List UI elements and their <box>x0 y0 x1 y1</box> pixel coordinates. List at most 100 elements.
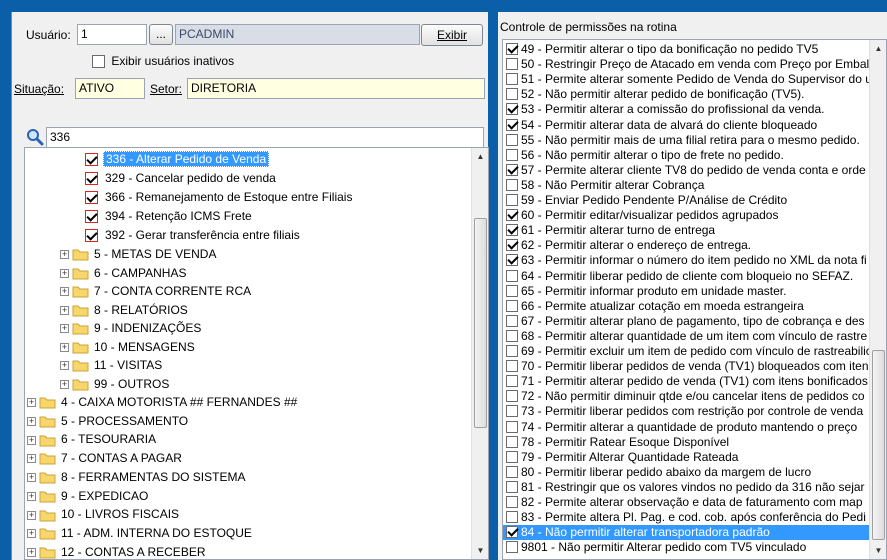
permission-checkbox[interactable] <box>506 541 518 554</box>
sector-field[interactable]: DIRETORIA <box>187 78 485 99</box>
permission-checkbox[interactable] <box>506 269 518 282</box>
permission-item[interactable]: 80 - Permitir liberar pedido abaixo da m… <box>503 465 873 480</box>
permission-item[interactable]: 72 - Não permitir diminuir qtde e/ou can… <box>503 389 873 404</box>
permission-checkbox[interactable] <box>506 345 518 357</box>
permission-item[interactable]: 59 - Enviar Pedido Pendente P/Análise de… <box>503 193 873 208</box>
tree-permission-item[interactable]: 394 - Retenção ICMS Frete <box>85 207 254 225</box>
tree-permission-item[interactable]: 366 - Remanejamento de Estoque entre Fil… <box>85 188 354 206</box>
permission-checkbox[interactable] <box>506 314 518 327</box>
status-field[interactable]: ATIVO <box>75 78 145 99</box>
expand-icon[interactable]: + <box>60 305 69 315</box>
permission-item[interactable]: 67 - Permitir alterar plano de pagamento… <box>503 314 873 329</box>
expand-icon[interactable]: + <box>60 268 69 278</box>
expand-icon[interactable]: + <box>27 491 36 501</box>
scroll-up-icon[interactable]: ▲ <box>472 148 488 165</box>
expand-icon[interactable]: + <box>27 454 36 464</box>
tree-permission-item[interactable]: 392 - Gerar transferência entre filiais <box>85 226 302 244</box>
tree-folder[interactable]: +6 - TESOURARIA <box>27 430 158 448</box>
permissions-scrollbar[interactable]: ▲ ▼ <box>869 40 886 559</box>
permission-checkbox[interactable] <box>506 163 518 176</box>
tree-subfolder[interactable]: +7 - CONTA CORRENTE RCA <box>60 282 253 300</box>
expand-icon[interactable]: + <box>27 435 36 445</box>
expand-icon[interactable]: + <box>27 510 36 520</box>
permission-item[interactable]: 62 - Permitir alterar o endereço de entr… <box>503 238 873 253</box>
expand-icon[interactable]: + <box>27 398 36 408</box>
permission-checkbox[interactable] <box>506 375 518 388</box>
permission-item[interactable]: 78 - Permitir Ratear Esoque Disponível <box>503 435 873 450</box>
permission-checkbox[interactable] <box>506 420 518 433</box>
tree-folder[interactable]: +11 - ADM. INTERNA DO ESTOQUE <box>27 524 254 542</box>
scroll-thumb[interactable] <box>474 218 487 428</box>
search-input[interactable]: 336 <box>46 127 484 148</box>
tree-folder[interactable]: +5 - PROCESSAMENTO <box>27 412 190 430</box>
permission-item[interactable]: 84 - Não permitir alterar transportadora… <box>503 525 873 541</box>
permission-checkbox[interactable] <box>506 194 518 206</box>
tree-folder[interactable]: +4 - CAIXA MOTORISTA ## FERNANDES ## <box>27 393 299 411</box>
permission-item[interactable]: 71 - Permitir alterar pedido de venda (T… <box>503 374 873 389</box>
permission-checkbox[interactable] <box>506 435 518 448</box>
permission-item[interactable]: 81 - Restringir que os valores vindos no… <box>503 480 873 495</box>
permission-item[interactable]: 57 - Permite alterar cliente TV8 do pedi… <box>503 163 873 178</box>
permission-checkbox[interactable] <box>506 43 518 55</box>
permission-checkbox[interactable] <box>506 73 518 86</box>
permission-item[interactable]: 50 - Restringir Preço de Atacado em vend… <box>503 57 873 72</box>
permission-item[interactable]: 53 - Permitir alterar a comissão do prof… <box>503 102 873 117</box>
permission-item[interactable]: 49 - Permitir alterar o tipo da bonifica… <box>503 42 873 57</box>
permission-item[interactable]: 74 - Permitir alterar a quantidade de pr… <box>503 420 873 435</box>
tree-folder[interactable]: +10 - LIVROS FISCAIS <box>27 505 181 523</box>
permission-item[interactable]: 61 - Permitir alterar turno de entrega <box>503 223 873 238</box>
permission-item[interactable]: 69 - Permitir excluir um item de pedido … <box>503 344 873 359</box>
permission-item[interactable]: 56 - Não permitir alterar o tipo de fret… <box>503 148 873 163</box>
scroll-thumb[interactable] <box>872 350 885 540</box>
permission-checkbox[interactable] <box>506 133 518 146</box>
permission-item[interactable]: 82 - Permite alterar observação e data d… <box>503 495 873 510</box>
permission-item[interactable]: 58 - Não Permitir alterar Cobrança <box>503 178 873 193</box>
scroll-down-icon[interactable]: ▼ <box>472 542 488 559</box>
tree-subfolder[interactable]: +8 - RELATÓRIOS <box>60 301 190 319</box>
tree-folder[interactable]: +8 - FERRAMENTAS DO SISTEMA <box>27 468 247 486</box>
expand-icon[interactable]: + <box>60 379 69 389</box>
tree-subfolder[interactable]: +6 - CAMPANHAS <box>60 264 188 282</box>
permission-item[interactable]: 73 - Permitir liberar pedidos com restri… <box>503 404 873 419</box>
permission-item[interactable]: 83 - Permite altera Pl. Pag. e cod. cob.… <box>503 510 873 525</box>
tree-subfolder[interactable]: +5 - METAS DE VENDA <box>60 245 218 263</box>
permission-item[interactable]: 63 - Permitir informar o número do item … <box>503 253 873 268</box>
permission-checkbox[interactable] <box>506 360 518 373</box>
expand-icon[interactable]: + <box>60 250 69 260</box>
permission-checkbox[interactable] <box>506 465 518 478</box>
permission-item[interactable]: 64 - Permitir liberar pedido de cliente … <box>503 269 873 284</box>
permission-checkbox[interactable] <box>506 239 518 252</box>
permission-checkbox[interactable] <box>506 103 518 116</box>
permission-checkbox[interactable] <box>506 284 518 297</box>
permission-checkbox[interactable] <box>506 88 518 101</box>
tree-checkbox[interactable] <box>85 210 98 224</box>
permission-item[interactable]: 55 - Não permitir mais de uma filial ret… <box>503 133 873 148</box>
permission-checkbox[interactable] <box>506 299 518 312</box>
tree-checkbox[interactable] <box>85 191 98 205</box>
tree-permission-item[interactable]: 329 - Cancelar pedido de venda <box>85 169 278 187</box>
permission-checkbox[interactable] <box>506 209 518 222</box>
permission-checkbox[interactable] <box>506 329 518 342</box>
tree-checkbox[interactable] <box>85 153 98 167</box>
permission-checkbox[interactable] <box>506 496 518 508</box>
permission-item[interactable]: 68 - Permitir alterar quantidade de um i… <box>503 329 873 344</box>
permission-checkbox[interactable] <box>506 511 518 524</box>
permission-checkbox[interactable] <box>506 178 518 191</box>
tree-folder[interactable]: +9 - EXPEDICAO <box>27 487 150 505</box>
expand-icon[interactable]: + <box>60 324 69 334</box>
tree-subfolder[interactable]: +99 - OUTROS <box>60 375 171 393</box>
expand-icon[interactable]: + <box>60 342 69 352</box>
user-id-input[interactable]: 1 <box>77 24 147 45</box>
tree-scrollbar[interactable]: ▲ ▼ <box>471 148 488 559</box>
tree-folder[interactable]: +7 - CONTAS A PAGAR <box>27 449 184 467</box>
permission-checkbox[interactable] <box>506 224 518 237</box>
tree-subfolder[interactable]: +10 - MENSAGENS <box>60 338 197 356</box>
permission-checkbox[interactable] <box>506 480 518 493</box>
permission-checkbox[interactable] <box>506 390 518 403</box>
show-button[interactable]: Exibir <box>421 24 483 46</box>
scroll-down-icon[interactable]: ▼ <box>870 542 886 559</box>
permission-checkbox[interactable] <box>506 148 518 161</box>
permission-item[interactable]: 54 - Permitir alterar data de alvará do … <box>503 118 873 133</box>
permission-checkbox[interactable] <box>506 118 518 131</box>
tree-checkbox[interactable] <box>85 229 98 243</box>
